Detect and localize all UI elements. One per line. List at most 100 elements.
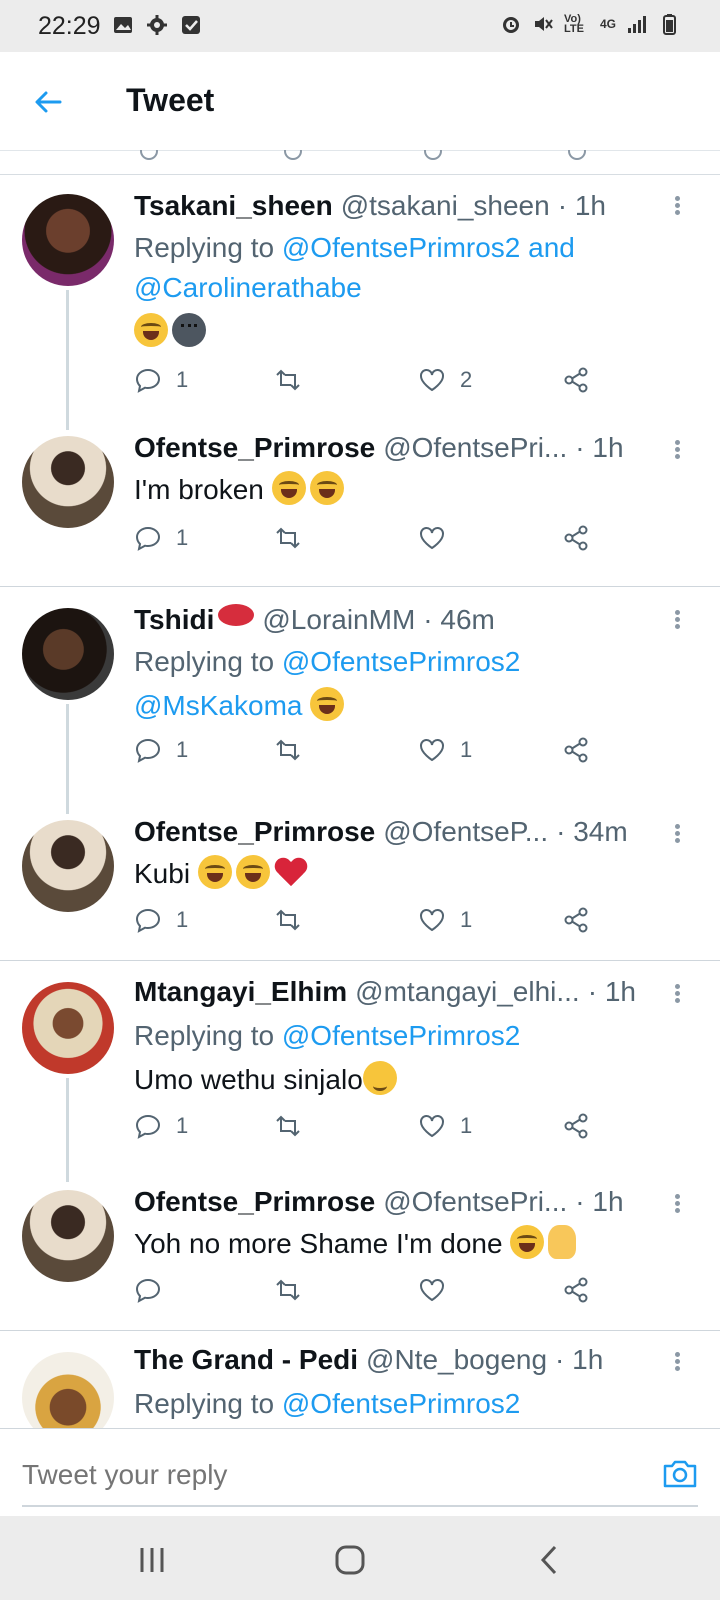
- reply-icon: [135, 908, 161, 933]
- status-time: 22:29: [38, 12, 101, 40]
- status-notification-icons: [112, 14, 202, 36]
- more-icon[interactable]: [672, 194, 682, 220]
- replying-prefix: Replying to: [134, 1388, 275, 1419]
- tweet-header: The Grand - Pedi @Nte_bogeng · 1h: [134, 1344, 660, 1376]
- author-name[interactable]: Mtangayi_Elhim: [134, 976, 347, 1008]
- tweet-card[interactable]: Tshidi @LorainMM · 46m Replying to @Ofen…: [0, 588, 720, 814]
- tweet-card[interactable]: Ofentse_Primrose @OfentsePri... · 1h I'm…: [0, 420, 720, 570]
- share-button[interactable]: [562, 736, 590, 764]
- tweet-text-content: Kubi: [134, 858, 191, 889]
- author-name[interactable]: Tshidi: [134, 604, 214, 636]
- author-handle[interactable]: @OfentsePri...: [383, 432, 567, 464]
- share-button[interactable]: [562, 1112, 590, 1140]
- like-button[interactable]: 1: [418, 736, 472, 764]
- retweet-button[interactable]: [274, 524, 302, 552]
- author-handle[interactable]: @OfentsePri...: [383, 1186, 567, 1218]
- laughing-emoji-icon: [271, 471, 306, 505]
- tweet-card[interactable]: Tsakani_sheen @tsakani_sheen · 1h Replyi…: [0, 174, 720, 430]
- reply-count: 1: [176, 1113, 189, 1138]
- mention-link[interactable]: @OfentsePrimros2: [282, 1020, 521, 1051]
- author-name[interactable]: Ofentse_Primrose: [134, 1186, 375, 1218]
- share-button[interactable]: [562, 906, 590, 934]
- reply-button[interactable]: 1: [134, 366, 188, 394]
- avatar[interactable]: [22, 982, 114, 1074]
- author-handle[interactable]: @OfentseP...: [383, 816, 548, 848]
- like-icon: [420, 1115, 444, 1138]
- retweet-icon: [276, 527, 300, 549]
- more-icon[interactable]: [672, 1350, 682, 1376]
- volte-label: Vo) LTE: [563, 13, 584, 35]
- avatar[interactable]: [22, 1190, 114, 1282]
- like-button[interactable]: 1: [418, 1112, 472, 1140]
- tweet-card[interactable]: The Grand - Pedi @Nte_bogeng · 1h Replyi…: [0, 1332, 720, 1428]
- reply-button[interactable]: 1: [134, 736, 188, 764]
- alarm-icon: [502, 17, 519, 33]
- like-count: 1: [460, 907, 473, 932]
- more-icon[interactable]: [672, 608, 682, 634]
- camera-icon[interactable]: [660, 1453, 700, 1493]
- more-icon[interactable]: [672, 822, 682, 848]
- retweet-button[interactable]: [274, 1276, 302, 1304]
- reply-button[interactable]: 1: [134, 1112, 188, 1140]
- like-icon: [420, 527, 444, 550]
- reply-icon: [135, 1278, 161, 1303]
- replying-prefix: Replying to: [134, 646, 275, 677]
- tweet-actions: [134, 1276, 614, 1308]
- avatar[interactable]: [22, 1352, 114, 1428]
- author-handle[interactable]: @LorainMM: [262, 604, 415, 636]
- retweet-button[interactable]: [274, 366, 302, 394]
- home-icon[interactable]: [330, 1540, 370, 1580]
- author-handle[interactable]: @tsakani_sheen: [341, 190, 550, 222]
- author-name[interactable]: Ofentse_Primrose: [134, 432, 375, 464]
- reply-count: 1: [176, 907, 189, 932]
- tweet-card[interactable]: Mtangayi_Elhim @mtangayi_elhi... · 1h Re…: [0, 962, 720, 1182]
- avatar[interactable]: [22, 820, 114, 912]
- like-button[interactable]: [418, 524, 460, 552]
- avatar[interactable]: [22, 436, 114, 528]
- reply-button[interactable]: 1: [134, 524, 188, 552]
- back-icon[interactable]: [530, 1540, 570, 1580]
- retweet-icon: [276, 1115, 300, 1137]
- back-arrow-icon[interactable]: [30, 84, 66, 120]
- like-button[interactable]: 1: [418, 906, 472, 934]
- like-button[interactable]: 2: [418, 366, 472, 394]
- retweet-button[interactable]: [274, 906, 302, 934]
- author-handle[interactable]: @Nte_bogeng: [366, 1344, 547, 1376]
- author-name[interactable]: Ofentse_Primrose: [134, 816, 375, 848]
- more-icon[interactable]: [672, 982, 682, 1008]
- share-button[interactable]: [562, 524, 590, 552]
- mention-link[interactable]: @MsKakoma: [134, 690, 302, 721]
- recents-icon[interactable]: [132, 1540, 172, 1580]
- more-icon[interactable]: [672, 438, 682, 464]
- mention-link[interactable]: @OfentsePrimros2 and: [282, 232, 575, 263]
- tweet-text-content: Yoh no more Shame I'm done: [134, 1228, 503, 1259]
- tweet-card[interactable]: Ofentse_Primrose @OfentseP... · 34m Kubi…: [0, 806, 720, 956]
- author-name[interactable]: Tsakani_sheen: [134, 190, 333, 222]
- reply-input[interactable]: [22, 1455, 582, 1495]
- previous-tweet-actions-partial: [0, 150, 720, 175]
- reply-button[interactable]: 1: [134, 906, 188, 934]
- avatar[interactable]: [22, 608, 114, 700]
- tweet-card[interactable]: Ofentse_Primrose @OfentsePri... · 1h Yoh…: [0, 1176, 720, 1326]
- like-button[interactable]: [418, 1276, 460, 1304]
- share-button[interactable]: [562, 366, 590, 394]
- more-icon[interactable]: [672, 1192, 682, 1218]
- like-count: 1: [460, 1113, 473, 1138]
- author-name[interactable]: The Grand - Pedi: [134, 1344, 358, 1376]
- mention-link[interactable]: @Carolinerathabe: [134, 272, 362, 303]
- mention-link[interactable]: @OfentsePrimros2: [282, 646, 521, 677]
- reply-count: 1: [176, 367, 189, 392]
- mute-icon: [534, 17, 553, 31]
- reply-button[interactable]: [134, 1276, 176, 1304]
- sweat-smile-emoji-icon: [362, 1061, 397, 1095]
- author-handle[interactable]: @mtangayi_elhi...: [355, 976, 580, 1008]
- retweet-icon: [276, 739, 300, 761]
- share-button[interactable]: [562, 1276, 590, 1304]
- share-icon: [564, 907, 588, 933]
- mention-link[interactable]: @OfentsePrimros2: [282, 1388, 521, 1419]
- reply-composer: [0, 1428, 720, 1517]
- retweet-button[interactable]: [274, 1112, 302, 1140]
- avatar[interactable]: [22, 194, 114, 286]
- replying-prefix: Replying to: [134, 232, 275, 263]
- retweet-button[interactable]: [274, 736, 302, 764]
